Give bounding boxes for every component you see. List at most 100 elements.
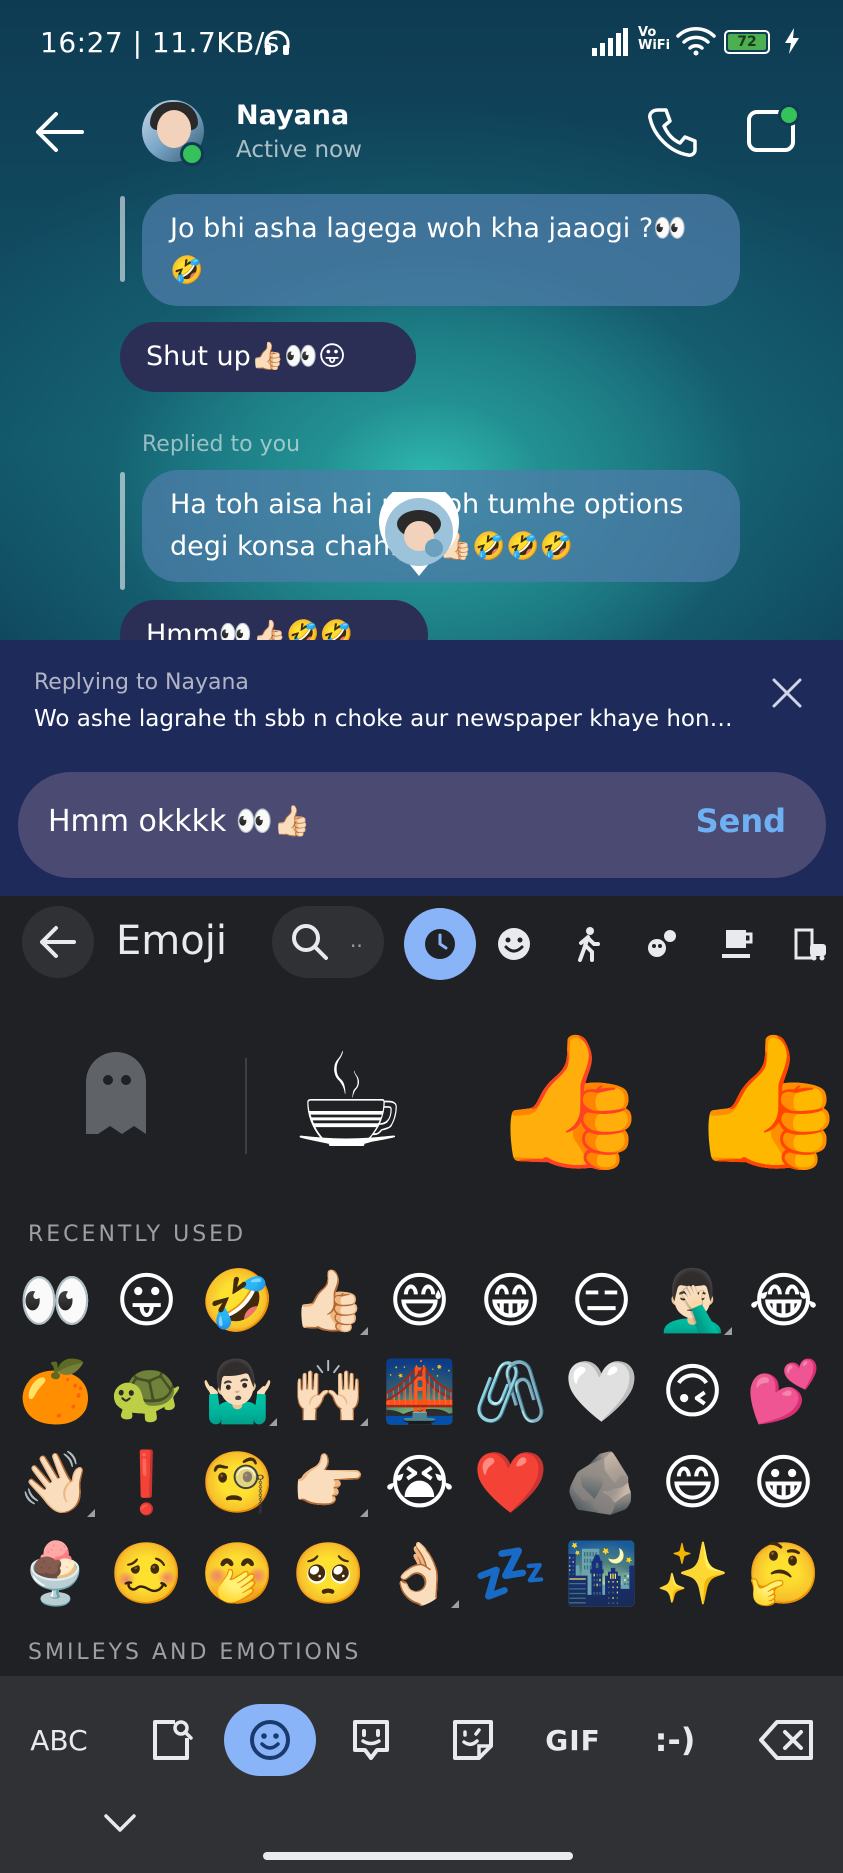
emoji-key[interactable]: 🤦🏻‍♂️ [647,1256,738,1347]
replied-to-you-label: Replied to you [142,432,301,457]
sticker-coffee[interactable]: ☕ [290,1026,407,1176]
search-placeholder: .. [350,928,363,952]
emoji-key[interactable]: 👉🏻 [283,1438,374,1529]
signal-icon [592,28,628,56]
seen-avatar-pin [379,492,459,576]
tab-food[interactable] [700,908,772,980]
emoji-keyboard: Emoji .. ☕ 👍 👍 RECENTLY USED 👀 😛 🤣 👍🏻 😅 … [0,896,843,1873]
status-time-speed: 16:27 | 11.7KB/s [40,26,280,59]
video-active-dot [778,104,800,126]
emoji-key[interactable]: 🤭 [192,1529,283,1620]
close-reply-icon[interactable] [770,676,804,710]
message-input[interactable]: Hmm okkkk 👀👍🏻 [48,804,311,839]
emoji-key[interactable]: 🤣 [192,1256,283,1347]
emoji-key[interactable]: 😛 [101,1256,192,1347]
charging-bolt-icon [785,28,799,54]
smiley-icon [498,928,530,960]
message-text: Shut up👍🏻👀😛 [146,341,347,372]
wifi-icon [676,27,716,56]
emoji-toolbar: Emoji .. [0,896,843,996]
back-arrow-icon [40,926,76,958]
reply-quote-bar [120,472,125,590]
status-bar: 16:27 | 11.7KB/s Vo WiFi 72 [0,0,843,90]
emoji-key[interactable]: 🙌🏻 [283,1347,374,1438]
online-status-dot [180,142,204,166]
backspace-key[interactable] [752,1704,822,1776]
sticker-key[interactable] [438,1704,508,1776]
message-bubble[interactable]: Shut up👍🏻👀😛 [120,322,416,392]
contact-name[interactable]: Nayana [236,100,349,131]
emoji-key[interactable]: 🌃 [556,1529,647,1620]
message-text: Jo bhi asha lagega woh kha jaaogi ?👀 🤣 [170,213,687,286]
tab-travel[interactable] [774,908,843,980]
keyboard-bottom-bar: ABC GIF:-) [0,1676,843,1873]
vowifi-bottom-text: WiFi [638,38,671,53]
emoji-panel-title: Emoji [116,918,227,964]
tab-smileys[interactable] [478,908,550,980]
phone-call-icon[interactable] [646,106,698,158]
tab-people[interactable] [552,908,624,980]
emoji-key[interactable]: 👀 [10,1256,101,1347]
emoji-key[interactable]: 🙃 [647,1347,738,1438]
battery-icon: 72 [724,30,770,54]
sticker-icon [453,1720,493,1760]
recently-used-title: RECENTLY USED [28,1222,247,1247]
send-button[interactable]: Send [696,802,786,840]
sticker-flame-thumbs-up[interactable]: 👍 [686,1026,843,1176]
bitmoji-icon [353,1720,389,1760]
smiley-icon [250,1720,290,1760]
emoji-key[interactable]: 😑 [556,1256,647,1347]
emoji-key[interactable]: 👌🏻 [374,1529,465,1620]
message-composer[interactable]: Hmm okkkk 👀👍🏻 Send [18,772,826,878]
kaomoji-key[interactable]: :-) [640,1704,710,1776]
emoji-key[interactable]: 🤍 [556,1347,647,1438]
emoji-key[interactable]: 😂 [738,1256,829,1347]
emoji-key[interactable]: 👋🏻 [10,1438,101,1529]
person-walking-icon [578,927,600,962]
sticker-fire-thumbs-up[interactable]: 👍 [488,1026,650,1176]
emoji-key[interactable]: 😭 [374,1438,465,1529]
emoji-key[interactable]: 🧐 [192,1438,283,1529]
gesture-nav-pill[interactable] [263,1852,573,1860]
emoji-search-field[interactable]: .. [272,906,384,978]
emoji-key[interactable]: 🪨 [556,1438,647,1529]
gif-key[interactable]: GIF [538,1704,608,1776]
emoji-key[interactable]: ❗ [101,1438,192,1529]
emoji-key[interactable]: 🤷🏻‍♂️ [192,1347,283,1438]
emoji-key[interactable]: 💕 [738,1347,829,1438]
emoji-key[interactable]: 😄 [647,1438,738,1529]
emoji-key[interactable]: ✨ [647,1529,738,1620]
emoji-key[interactable]: 🐢 [101,1347,192,1438]
emoji-sticker-key[interactable] [336,1704,406,1776]
ghost-icon[interactable] [80,1046,152,1136]
emoji-key[interactable]: 🍨 [10,1529,101,1620]
emoji-key[interactable]: 🤔 [738,1529,829,1620]
emoji-key[interactable]: 😀 [738,1438,829,1529]
tab-recent[interactable] [404,908,476,980]
emoji-key[interactable]: 🥺 [283,1529,374,1620]
message-bubble[interactable]: Hmm👀👍🏻🤣🤣 [120,600,428,640]
travel-places-icon [794,928,826,961]
emoji-key[interactable]: 😁 [465,1256,556,1347]
headset-icon [264,30,290,55]
abc-key[interactable]: ABC [18,1704,100,1776]
emoji-key[interactable]: 💤 [465,1529,556,1620]
clipboard-key[interactable] [136,1704,206,1776]
emoji-key[interactable]: 🥴 [101,1529,192,1620]
contact-status: Active now [236,137,362,163]
hide-keyboard-chevron-icon[interactable] [100,1808,140,1838]
emoji-key[interactable]: 👍🏻 [283,1256,374,1347]
message-bubble[interactable]: Jo bhi asha lagega woh kha jaaogi ?👀 🤣 [142,194,740,306]
emoji-key[interactable]: 🍊 [10,1347,101,1438]
emoji-key[interactable]: 🖇️ [465,1347,556,1438]
vowifi-icon: Vo WiFi [638,26,670,52]
keyboard-back-button[interactable] [22,906,94,978]
clipboard-search-icon [153,1720,193,1760]
emoji-key[interactable]: 😅 [374,1256,465,1347]
emoji-key[interactable]: ❤️ [465,1438,556,1529]
tab-nature[interactable] [626,908,698,980]
emoji-key[interactable]: 🌉 [374,1347,465,1438]
sticker-suggestions: ☕ 👍 👍 [0,1006,843,1176]
back-arrow-icon[interactable] [32,108,86,156]
emoji-key[interactable] [224,1704,316,1776]
